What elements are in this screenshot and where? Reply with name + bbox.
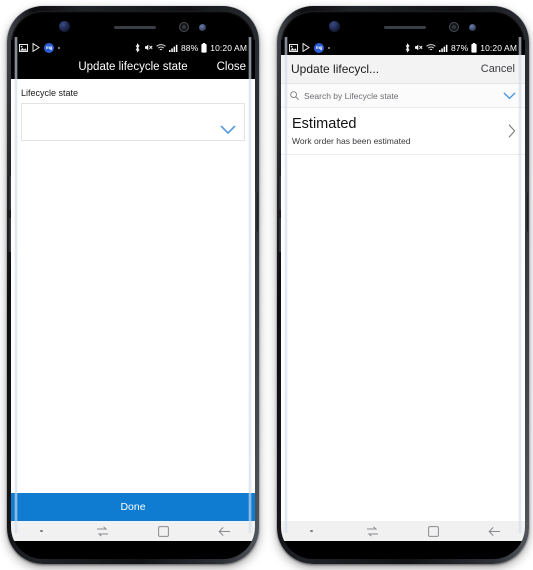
app-badge-icon: mg [314,42,324,53]
lifecycle-state-list: Estimated Work order has been estimated [281,108,525,156]
more-dot-icon [58,46,60,49]
close-button[interactable]: Close [217,61,246,73]
nav-recents-button[interactable] [72,526,133,537]
home-icon[interactable] [428,525,439,537]
bottom-bezel-left [11,541,255,559]
signal-icon [438,44,448,52]
clock-label: 10:20 AM [210,42,247,53]
app-titlebar-left: Update lifecycle state Close [11,55,255,79]
list-empty-space [281,155,525,521]
wifi-icon [426,43,436,52]
lifecycle-state-label: Lifecycle state [21,88,79,98]
page-title: Update lifecycl... [291,62,380,76]
mute-icon [144,43,153,52]
android-navbar-right [281,521,525,541]
proximity-sensor-icon [469,24,476,31]
app-titlebar-right: Update lifecycl... Cancel [281,55,525,84]
phone-screen-left: mg 88% 10:20 AM Update lifecycle state C… [11,11,255,559]
list-item-subtitle: Work order has been estimated [292,136,411,147]
dot-indicator-icon [310,529,313,533]
phone-device-right: mg 87% 10:20 AM Update lifecycl... Cance… [277,6,529,564]
app-viewport-left: Update lifecycle state Close Lifecycle s… [11,55,255,521]
earpiece-speaker-icon [384,26,426,29]
nav-dot-indicator [11,529,72,533]
more-dot-icon [328,46,330,49]
iris-scanner-icon [59,21,70,32]
proximity-sensor-icon [199,24,206,31]
search-bar[interactable]: Search by Lifecycle state [281,84,525,108]
battery-icon [201,42,207,53]
chevron-right-icon[interactable] [508,124,516,138]
nav-back-button[interactable] [464,526,525,537]
battery-percent-label: 87% [450,42,469,53]
signal-icon [168,44,178,52]
status-bar-left: mg 88% 10:20 AM [11,40,255,55]
recents-icon[interactable] [96,526,109,537]
front-camera-icon [449,22,459,32]
phone-device-left: mg 88% 10:20 AM Update lifecycle state C… [7,6,259,564]
lifecycle-form: Lifecycle state [11,79,255,141]
play-store-icon [32,43,40,52]
form-empty-space [11,141,255,493]
top-bezel [11,11,255,41]
android-navbar-left [11,521,255,541]
earpiece-speaker-icon [114,26,156,29]
back-icon[interactable] [488,526,501,537]
back-icon[interactable] [218,526,231,537]
iris-scanner-icon [329,21,340,32]
home-icon[interactable] [158,525,169,537]
screenshot-stage: mg 88% 10:20 AM Update lifecycle state C… [0,0,533,570]
phone-screen-right: mg 87% 10:20 AM Update lifecycl... Cance… [281,11,525,559]
nav-home-button[interactable] [403,525,464,537]
done-button[interactable]: Done [11,493,255,521]
wifi-icon [156,43,166,52]
play-store-icon [302,43,310,52]
nav-dot-indicator [281,529,342,533]
bluetooth-icon [404,42,411,53]
front-camera-icon [179,22,189,32]
list-item-texts: Estimated Work order has been estimated [292,115,502,146]
chevron-down-icon[interactable] [503,92,516,100]
search-input[interactable]: Search by Lifecycle state [304,91,498,101]
status-bar-left-icons: mg [19,42,60,53]
status-bar-left-icons: mg [289,42,330,53]
nav-back-button[interactable] [194,526,255,537]
image-icon [289,43,298,52]
cancel-button[interactable]: Cancel [481,63,515,75]
bottom-bezel-right [281,541,525,559]
status-bar-right-icons: 87% 10:20 AM [404,42,517,53]
nav-home-button[interactable] [133,525,194,537]
app-viewport-right: Update lifecycl... Cancel Search by Life… [281,55,525,521]
status-bar-right-icons: 88% 10:20 AM [134,42,247,53]
nav-recents-button[interactable] [342,526,403,537]
bluetooth-icon [134,42,141,53]
search-icon [290,91,299,100]
mute-icon [414,43,423,52]
clock-label: 10:20 AM [480,42,517,53]
battery-icon [471,42,477,53]
top-bezel [281,11,525,41]
image-icon [19,43,28,52]
status-bar-right: mg 87% 10:20 AM [281,40,525,55]
recents-icon[interactable] [366,526,379,537]
app-badge-icon: mg [44,42,54,53]
chevron-down-icon[interactable] [220,125,236,135]
lifecycle-state-combobox[interactable] [21,103,245,141]
list-item[interactable]: Estimated Work order has been estimated [281,108,525,156]
dot-indicator-icon [40,529,43,533]
list-item-title: Estimated [292,116,357,132]
battery-percent-label: 88% [180,42,199,53]
